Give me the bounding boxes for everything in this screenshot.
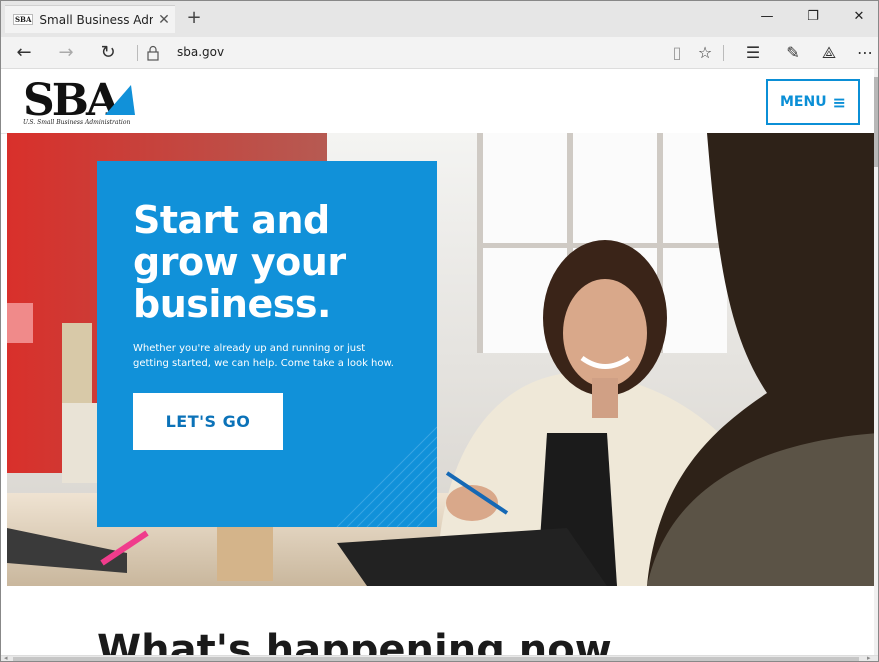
divider — [723, 45, 724, 61]
sba-logo[interactable]: SBA U.S. Small Business Administration — [23, 75, 143, 131]
lock-icon — [147, 45, 159, 61]
web-page: SBA U.S. Small Business Administration M… — [1, 69, 878, 661]
close-icon[interactable]: ✕ — [153, 12, 175, 28]
reading-view-icon[interactable]: ▯ — [663, 41, 691, 65]
lets-go-button[interactable]: LET'S GO — [133, 393, 283, 450]
tab-bar: SBA Small Business Administ ✕ + — ❐ ✕ — [1, 1, 878, 37]
favorite-star-icon[interactable]: ☆ — [691, 41, 719, 65]
scroll-right-icon[interactable]: ▸ — [867, 654, 871, 661]
new-tab-icon[interactable]: + — [181, 7, 207, 29]
horizontal-scroll-thumb[interactable] — [13, 657, 859, 661]
hub-icon[interactable]: ☰ — [739, 41, 767, 65]
window-close-icon[interactable]: ✕ — [836, 1, 878, 33]
hero-description: Whether you're already up and running or… — [133, 343, 394, 369]
tab-title: Small Business Administ — [39, 12, 153, 27]
minimize-icon[interactable]: — — [744, 1, 790, 33]
menu-icon: ≡ — [832, 92, 846, 112]
share-icon[interactable]: ⟁ — [815, 41, 843, 65]
address-bar: ← → ↻ sba.gov ▯ ☆ ☰ ✎ ⟁ ⋯ — [1, 37, 878, 69]
logo-tagline: U.S. Small Business Administration — [23, 119, 131, 126]
restore-icon[interactable]: ❐ — [790, 1, 836, 33]
refresh-icon[interactable]: ↻ — [93, 41, 123, 65]
menu-button[interactable]: MENU ≡ — [766, 79, 860, 125]
browser-window: SBA Small Business Administ ✕ + — ❐ ✕ ← … — [0, 0, 879, 662]
web-note-icon[interactable]: ✎ — [779, 41, 807, 65]
sba-logo-mark: SBA — [23, 75, 135, 126]
sba-favicon-icon: SBA — [13, 14, 34, 25]
scroll-left-icon[interactable]: ◂ — [4, 654, 8, 661]
back-icon[interactable]: ← — [9, 41, 39, 65]
url-field[interactable]: sba.gov — [177, 45, 224, 59]
hero-panel: Start and grow your business. Whether yo… — [97, 161, 437, 527]
browser-tab[interactable]: SBA Small Business Administ ✕ — [5, 5, 175, 33]
divider — [137, 45, 138, 61]
menu-label: MENU — [780, 94, 827, 110]
hero-title: Start and grow your business. — [133, 198, 346, 326]
more-icon[interactable]: ⋯ — [851, 41, 878, 65]
vertical-scroll-thumb[interactable] — [874, 77, 878, 167]
forward-icon[interactable]: → — [51, 41, 81, 65]
